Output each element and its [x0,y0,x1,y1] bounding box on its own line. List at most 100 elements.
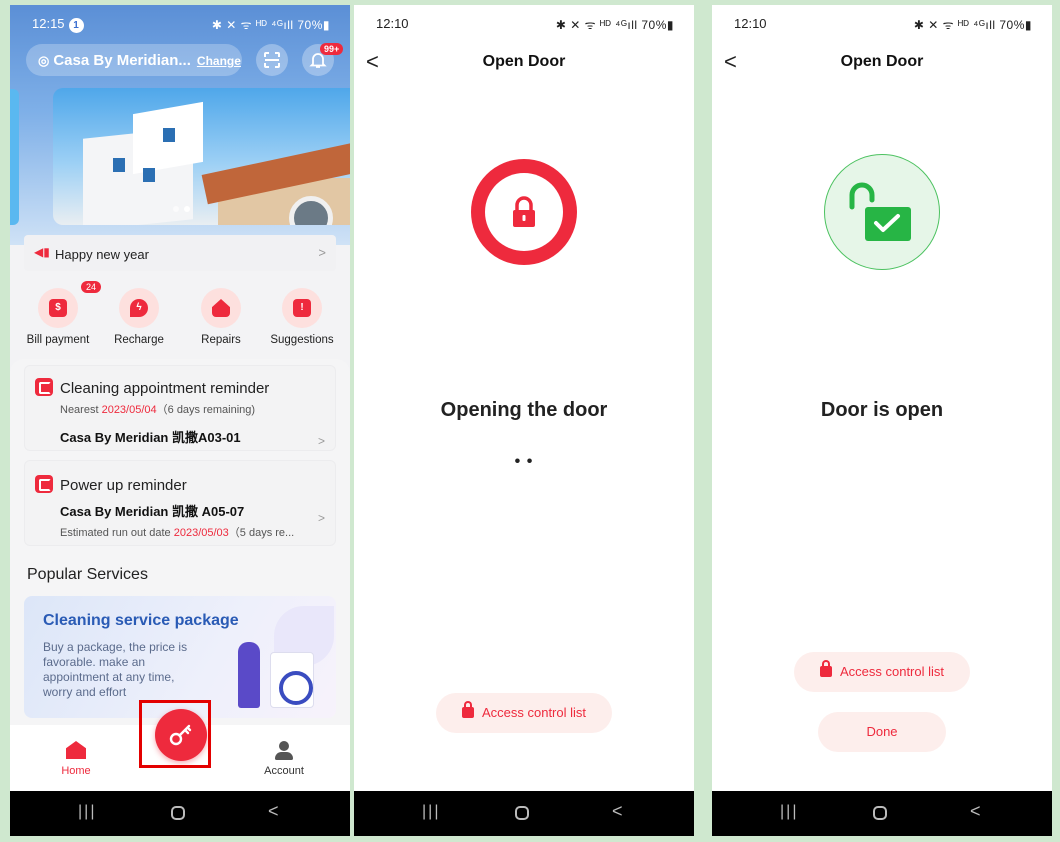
quick-suggestions[interactable]: ! Suggestions [262,288,342,346]
status-time: 12:10 [734,16,767,31]
highlight-annotation [139,700,211,768]
home-icon [66,741,86,759]
reminder-unit: Casa By Meridian 凯撒A03-01 [60,430,241,445]
android-nav-bar: ||| < [354,791,694,836]
back-nav-button[interactable]: < [268,801,279,822]
status-time: 12:15 1 [32,16,84,33]
home-screen: 12:15 1 ✱ ✕ ᯤ ᴴᴰ ⁴ᴳıll 70%▮ ◎ Casa By Meri… [10,5,350,836]
bill-icon-circle: $24 [38,281,102,328]
bill-count-badge: 24 [81,281,102,293]
home-nav-button[interactable] [515,806,529,820]
power-reminder-card[interactable]: Power up reminder Casa By Meridian 凯撒 A0… [24,460,336,546]
lock-icon [513,196,535,227]
notification-dot: 1 [68,18,84,33]
status-bar: 12:15 1 ✱ ✕ ᯤ ᴴᴰ ⁴ᴳıll 70%▮ [10,5,350,41]
cleaning-reminder-card[interactable]: Cleaning appointment reminder Nearest 20… [24,365,336,451]
unlock-status-circle [824,154,940,270]
door-open-screen: 12:10 ✱ ✕ ᯤ ᴴᴰ ⁴ᴳıll 70%▮ < Open Door Do… [712,5,1052,836]
reminder-subtitle: Nearest 2023/05/04（6 days remaining) [60,401,255,417]
quick-label: Repairs [201,334,241,346]
loading-indicator: • • [514,453,534,470]
quick-bill-payment[interactable]: $24 Bill payment [18,281,102,346]
status-icons: ✱ ✕ ᯤ ᴴᴰ ⁴ᴳıll 70%▮ [913,18,1032,32]
status-icons: ✱ ✕ ᯤ ᴴᴰ ⁴ᴳıll 70%▮ [555,18,674,32]
status-time-text: 12:15 [32,16,65,31]
suggestions-icon: ! [293,299,311,317]
banner-window [163,128,175,142]
access-control-list-button[interactable]: Access control list [794,652,970,692]
chevron-right-icon: > [317,511,325,525]
lock-status-circle [471,159,577,265]
recent-apps-button[interactable]: ||| [780,803,798,821]
reminder-title: Power up reminder [60,477,187,494]
opening-door-screen: 12:10 ✱ ✕ ᯤ ᴴᴰ ⁴ᴳıll 70%▮ < Open Door Op… [354,5,694,836]
quick-label: Suggestions [270,334,334,346]
carousel-dot [173,206,179,212]
tab-account[interactable]: Account [244,741,324,777]
reminder-icon [35,378,53,396]
reminder-subtitle: Estimated run out date 2023/05/03（5 days… [60,524,294,540]
carousel-dots [173,199,195,217]
recharge-icon-circle: ϟ [119,288,159,328]
quick-repairs[interactable]: Repairs [181,288,261,346]
reminder-date: 2023/05/03 [173,527,229,539]
promo-banner[interactable] [53,88,350,225]
door-status-text: Door is open [820,399,944,421]
done-button[interactable]: Done [818,712,946,752]
quick-recharge[interactable]: ϟ Recharge [99,288,179,346]
announcement-text: Happy new year [55,247,149,262]
reminder-sub-prefix: Estimated run out date [60,527,174,539]
recent-apps-button[interactable]: ||| [422,803,440,821]
button-label: Access control list [839,664,945,679]
repairs-icon-circle [201,288,241,328]
bill-icon: $ [49,299,67,317]
reminder-sub-prefix: Nearest [60,404,102,416]
status-time: 12:10 [376,16,409,31]
tab-home[interactable]: Home [36,741,116,777]
status-bar: 12:10 ✱ ✕ ᯤ ᴴᴰ ⁴ᴳıll 70%▮ [354,5,694,41]
button-label: Done [866,724,898,739]
scan-icon [264,52,280,68]
status-bar: 12:10 ✱ ✕ ᯤ ᴴᴰ ⁴ᴳıll 70%▮ [712,5,1052,41]
recent-apps-button[interactable]: ||| [78,803,96,821]
banner-prev-peek[interactable] [10,89,19,225]
android-nav-bar: ||| < [10,791,350,836]
home-nav-button[interactable] [873,806,887,820]
recharge-icon: ϟ [130,299,148,317]
notification-badge: 99+ [320,43,344,55]
reminder-sub-suffix: （6 days remaining) [156,404,256,416]
repairs-icon [212,299,230,317]
chevron-right-icon: > [317,434,325,448]
scan-button[interactable] [256,44,288,76]
status-icons: ✱ ✕ ᯤ ᴴᴰ ⁴ᴳıll 70%▮ [211,18,330,32]
reminder-unit: Casa By Meridian 凯撒 A05-07 [60,504,245,519]
back-nav-button[interactable]: < [970,801,981,822]
account-icon [274,741,294,760]
page-title: Open Door [482,53,566,70]
reminder-icon [35,475,53,493]
door-status-text: Opening the door [440,399,608,421]
promo-text: Buy a package, the price is favorable. m… [43,640,188,699]
quick-label: Bill payment [26,334,90,346]
carousel-dot-active [184,206,190,212]
reminder-title: Cleaning appointment reminder [60,380,270,397]
android-nav-bar: ||| < [712,791,1052,836]
promo-person-graphic [238,642,260,708]
promo-title: Cleaning service package [43,612,239,629]
announcement-bar[interactable]: ◀▮ Happy new year > [24,235,336,271]
unlock-check-icon [849,182,911,241]
back-nav-button[interactable]: < [612,801,623,822]
change-location-link[interactable]: Change [197,54,241,68]
home-nav-button[interactable] [171,806,185,820]
quick-label: Recharge [114,334,164,346]
reminder-date: 2023/05/04 [101,404,157,416]
reminder-sub-suffix: （5 days re... [228,527,295,539]
popular-services-title: Popular Services [27,566,148,583]
location-pin-icon: ◎ [38,53,50,68]
access-control-list-button[interactable]: Access control list [436,693,612,733]
lock-icon [461,701,474,718]
page-title: Open Door [840,53,924,70]
location-selector[interactable]: ◎ Casa By Meridian... Change [26,44,242,76]
location-name: Casa By Meridian... [53,52,191,69]
promo-washer-graphic [270,652,314,708]
